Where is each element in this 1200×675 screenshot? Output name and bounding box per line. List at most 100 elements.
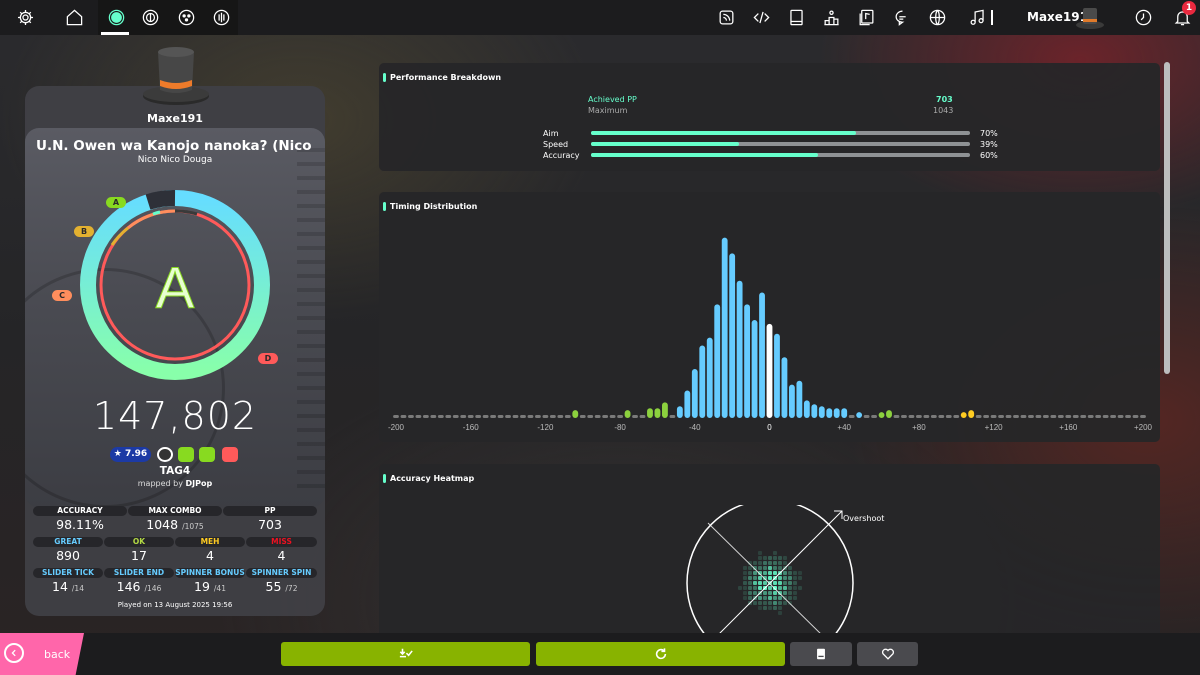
mapper-name[interactable]: DJPop bbox=[186, 479, 213, 488]
heatmap-cell bbox=[753, 561, 757, 565]
user-avatar-icon[interactable] bbox=[1075, 3, 1105, 33]
back-label[interactable]: back bbox=[44, 648, 70, 661]
heatmap-cell bbox=[788, 581, 792, 585]
timing-bar-empty bbox=[915, 415, 922, 418]
beatmap-listing-icon[interactable] bbox=[847, 0, 885, 35]
osu-ruleset-icon[interactable] bbox=[97, 0, 135, 35]
heatmap-cell bbox=[753, 586, 757, 590]
overshoot-label: Overshoot bbox=[843, 514, 885, 523]
heatmap-cell bbox=[743, 576, 747, 580]
timing-bar bbox=[736, 280, 743, 418]
heatmap-cell bbox=[793, 596, 797, 600]
heatmap-cell bbox=[783, 581, 787, 585]
timing-bar bbox=[841, 408, 848, 418]
heatmap-cell bbox=[788, 566, 792, 570]
toolbar-divider bbox=[991, 10, 993, 25]
heatmap-cell bbox=[778, 561, 782, 565]
timing-bar-empty bbox=[475, 415, 482, 418]
news-icon[interactable] bbox=[707, 0, 745, 35]
timing-bar-empty bbox=[609, 415, 616, 418]
timing-bar-empty bbox=[1140, 415, 1146, 418]
timing-bar bbox=[811, 404, 818, 418]
heatmap-cell bbox=[798, 576, 802, 580]
back-arrow-icon[interactable] bbox=[4, 643, 24, 663]
heatmap-cell bbox=[758, 586, 762, 590]
timing-bar-empty bbox=[1080, 415, 1087, 418]
heatmap-cell bbox=[788, 576, 792, 580]
timing-bar-empty bbox=[467, 415, 474, 418]
total-score: 147,802 bbox=[92, 394, 258, 438]
stat-label-meh: MEH bbox=[175, 537, 245, 547]
heatmap-cell bbox=[773, 561, 777, 565]
changelog-icon[interactable] bbox=[742, 0, 780, 35]
heatmap-cell bbox=[793, 576, 797, 580]
heatmap-cell bbox=[788, 571, 792, 575]
rankings-icon[interactable] bbox=[812, 0, 850, 35]
heatmap-cell bbox=[783, 576, 787, 580]
clock-icon[interactable] bbox=[1124, 0, 1162, 35]
difficulty-name: TAG4 bbox=[159, 465, 191, 477]
heatmap-cell bbox=[768, 596, 772, 600]
timing-bar-empty bbox=[1065, 415, 1072, 418]
played-date: Played on 13 August 2025 19:56 bbox=[117, 601, 233, 609]
heatmap-cell bbox=[793, 591, 797, 595]
panel-scrollbar[interactable] bbox=[1164, 62, 1170, 374]
dashboard-icon[interactable] bbox=[918, 0, 956, 35]
heatmap-cell bbox=[753, 581, 757, 585]
timing-bar-empty bbox=[998, 415, 1004, 418]
timing-tick-label: +40 bbox=[837, 423, 851, 432]
timing-bar bbox=[781, 357, 788, 418]
home-icon[interactable] bbox=[55, 0, 93, 35]
chat-icon[interactable] bbox=[883, 0, 921, 35]
timing-bar bbox=[774, 333, 780, 418]
timing-bar bbox=[878, 412, 885, 418]
timing-bar bbox=[729, 253, 736, 418]
retry-button[interactable] bbox=[536, 642, 785, 666]
timing-bar-empty bbox=[1042, 415, 1049, 418]
heatmap-cell bbox=[783, 561, 787, 565]
timing-bar-empty bbox=[452, 415, 459, 418]
maximum-pp-value: 1043 bbox=[933, 106, 954, 115]
timing-bar-empty bbox=[490, 415, 497, 418]
heatmap-cell bbox=[788, 596, 792, 600]
settings-icon[interactable] bbox=[6, 0, 44, 35]
wiki-icon[interactable] bbox=[777, 0, 815, 35]
timing-bar bbox=[759, 292, 765, 418]
accuracy-heatmap-title: Accuracy Heatmap bbox=[382, 474, 475, 483]
timing-bar-empty bbox=[1102, 415, 1109, 418]
stat-value-max-combo: 1048 /1075 bbox=[146, 517, 204, 532]
timing-bar-empty bbox=[938, 415, 945, 418]
heatmap-cell bbox=[748, 566, 752, 570]
timing-bar bbox=[960, 412, 967, 418]
timing-bar-empty bbox=[422, 415, 429, 418]
aim-label: Aim bbox=[543, 129, 559, 138]
favourite-button[interactable] bbox=[857, 642, 918, 666]
heatmap-cell bbox=[778, 601, 782, 605]
heatmap-cell bbox=[758, 596, 762, 600]
timing-tick-label: +200 bbox=[1134, 423, 1153, 432]
stat-value-accuracy: 98.11% bbox=[56, 517, 104, 532]
heatmap-cell bbox=[768, 606, 772, 610]
heatmap-cell bbox=[753, 571, 757, 575]
heatmap-cell bbox=[748, 591, 752, 595]
mod-hidden-icon bbox=[178, 447, 194, 462]
stat-label-great: GREAT bbox=[33, 537, 103, 547]
mapper-line: mapped by DJPop bbox=[25, 479, 325, 488]
rank-letter: A bbox=[156, 256, 195, 321]
timing-bar-empty bbox=[975, 415, 982, 418]
taiko-ruleset-icon[interactable] bbox=[131, 0, 169, 35]
rank-pill-a: A bbox=[106, 197, 126, 208]
heart-icon bbox=[881, 648, 894, 660]
heatmap-cell bbox=[743, 586, 747, 590]
score-card-username[interactable]: Maxe191 bbox=[25, 112, 325, 125]
catch-ruleset-icon[interactable] bbox=[167, 0, 205, 35]
timing-bar-empty bbox=[1117, 415, 1124, 418]
heatmap-cell bbox=[763, 606, 767, 610]
timing-bar-empty bbox=[535, 415, 541, 418]
timing-bar-empty bbox=[512, 415, 519, 418]
timing-bar bbox=[766, 323, 773, 418]
export-button[interactable] bbox=[281, 642, 530, 666]
beatmap-info-button[interactable] bbox=[790, 642, 852, 666]
timing-bar bbox=[788, 384, 795, 418]
mania-ruleset-icon[interactable] bbox=[202, 0, 240, 35]
